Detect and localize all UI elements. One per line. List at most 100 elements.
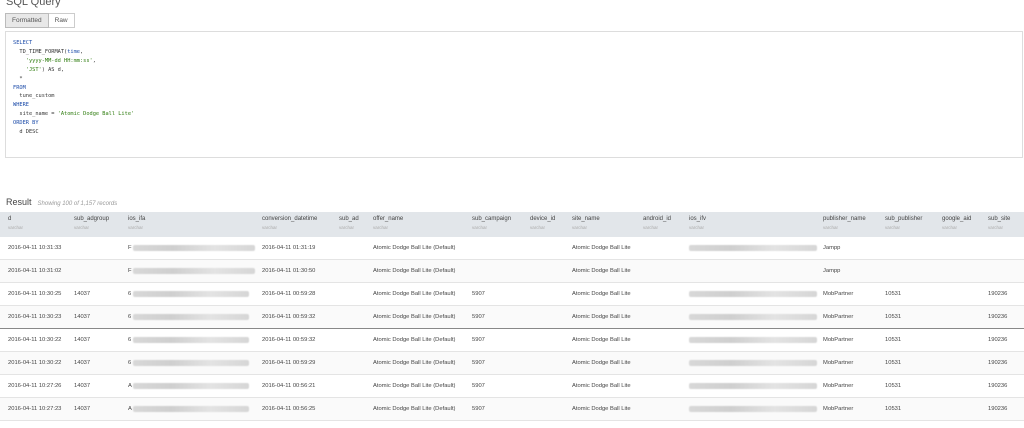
table-row[interactable]: 2016-04-11 10:30:22 14037 6 2016-04-11 00:5… [0, 329, 1024, 352]
tab-formatted[interactable]: Formatted [5, 13, 49, 28]
redacted-ios-ifa [133, 245, 255, 251]
cell-conversion-datetime: 2016-04-11 00:59:32 [262, 337, 316, 343]
cell-sub-publisher: 10531 [885, 406, 902, 412]
sql-keyword: SELECT [13, 40, 33, 46]
cell-conversion-datetime: 2016-04-11 00:59:28 [262, 291, 316, 297]
table-row[interactable]: 2016-04-11 10:27:26 14037 A 2016-04-11 00:5… [0, 375, 1024, 398]
table-row[interactable]: 2016-04-11 10:31:02 F 2016-04-11 01:30:50 A… [0, 260, 1024, 283]
column-header-sub-campaign[interactable]: sub_campaign varchar [472, 216, 511, 230]
cell-sub-site: 190236 [988, 383, 1008, 389]
sql-string: 'JST' [13, 66, 42, 73]
cell-ios-ifa: 6 [128, 360, 132, 366]
column-header-d[interactable]: d varchar [8, 216, 23, 230]
cell-conversion-datetime: 2016-04-11 00:59:29 [262, 360, 316, 366]
sql-text: , [92, 57, 96, 64]
cell-sub-campaign: 5907 [472, 383, 485, 389]
column-name: ios_ifv [689, 216, 707, 222]
cell-sub-publisher: 10531 [885, 314, 902, 320]
column-header-site-name[interactable]: site_name varchar [572, 216, 600, 230]
redacted-ios-ifa [133, 337, 249, 343]
cell-publisher-name: MobPartner [823, 314, 854, 320]
table-body: 2016-04-11 10:31:33 F 2016-04-11 01:31:19 A… [0, 237, 1024, 421]
cell-sub-adgroup: 14037 [74, 337, 91, 343]
cell-site-name: Atomic Dodge Ball Lite [572, 337, 631, 343]
column-name: ios_ifa [128, 216, 146, 222]
column-header-publisher-name[interactable]: publisher_name varchar [823, 216, 866, 230]
cell-conversion-datetime: 2016-04-11 00:56:21 [262, 383, 316, 389]
cell-d: 2016-04-11 10:30:22 [8, 337, 62, 343]
sql-line: site_name = 'Atomic Dodge Ball Lite' [13, 110, 1015, 119]
tab-raw[interactable]: Raw [48, 13, 75, 28]
sql-line: * [13, 75, 1015, 84]
cell-sub-site: 190236 [988, 360, 1008, 366]
cell-ios-ifa: F [128, 245, 132, 251]
sql-line: TD_TIME_FORMAT(time, [13, 48, 1015, 57]
column-header-device-id[interactable]: device_id varchar [530, 216, 555, 230]
cell-ios-ifa: 6 [128, 314, 132, 320]
column-type: varchar [339, 225, 355, 230]
column-type: varchar [530, 225, 546, 230]
sql-text: TD_TIME_FORMAT( [13, 48, 68, 55]
column-header-sub-adgroup[interactable]: sub_adgroup varchar [74, 216, 109, 230]
column-name: google_aid [942, 216, 972, 222]
cell-offer-name: Atomic Dodge Ball Lite (Default) [373, 383, 456, 389]
cell-d: 2016-04-11 10:30:23 [8, 314, 62, 320]
sql-text: * [13, 75, 23, 82]
cell-sub-site: 190236 [988, 314, 1008, 320]
cell-offer-name: Atomic Dodge Ball Lite (Default) [373, 314, 456, 320]
table-row[interactable]: 2016-04-11 10:30:22 14037 6 2016-04-11 00:5… [0, 352, 1024, 375]
redacted-ios-ifa [133, 360, 249, 366]
sql-line: tune_custom [13, 92, 1015, 101]
column-name: sub_site [988, 216, 1011, 222]
cell-sub-publisher: 10531 [885, 383, 902, 389]
column-type: varchar [262, 225, 278, 230]
column-header-ios-ifa[interactable]: ios_ifavarchar [128, 216, 145, 230]
table-row[interactable]: 2016-04-11 10:30:25 14037 6 2016-04-11 00:5… [0, 283, 1024, 306]
table-row[interactable]: 2016-04-11 10:30:23 14037 6 2016-04-11 00:5… [0, 306, 1024, 329]
sql-keyword: time [67, 48, 80, 55]
cell-site-name: Atomic Dodge Ball Lite [572, 383, 631, 389]
cell-sub-publisher: 10531 [885, 291, 902, 297]
cell-site-name: Atomic Dodge Ball Lite [572, 268, 631, 274]
sql-line: d DESC [13, 128, 1015, 137]
cell-sub-adgroup: 14037 [74, 291, 91, 297]
table-header: d varchar sub_adgroup varchar ios_ifavarchar… [0, 212, 1024, 237]
column-type: varchar [823, 225, 839, 230]
column-name: android_id [643, 216, 672, 222]
cell-publisher-name: MobPartner [823, 360, 854, 366]
cell-sub-adgroup: 14037 [74, 383, 91, 389]
cell-ios-ifa: A [128, 406, 132, 412]
cell-sub-publisher: 10531 [885, 337, 902, 343]
column-type: varchar [988, 225, 1004, 230]
result-header: Result Showing 100 of 1,157 records [6, 197, 117, 207]
column-type: varchar [643, 225, 659, 230]
sql-line: ORDER BY [13, 119, 1015, 128]
column-type: varchar [128, 225, 144, 230]
column-header-android-id[interactable]: android_idvarchar [643, 216, 671, 230]
column-header-conversion-datetime[interactable]: conversion_datetime varchar [262, 216, 317, 230]
column-header-google-aid[interactable]: google_aid varchar [942, 216, 971, 230]
cell-conversion-datetime: 2016-04-11 00:56:25 [262, 406, 316, 412]
cell-site-name: Atomic Dodge Ball Lite [572, 291, 631, 297]
cell-d: 2016-04-11 10:31:02 [8, 268, 62, 274]
column-header-sub-publisher[interactable]: sub_publisher varchar [885, 216, 922, 230]
cell-site-name: Atomic Dodge Ball Lite [572, 406, 631, 412]
redacted-ios-ifa [133, 406, 249, 412]
cell-conversion-datetime: 2016-04-11 00:59:32 [262, 314, 316, 320]
column-header-sub-site[interactable]: sub_sitevarchar [988, 216, 1010, 230]
column-name: d [8, 216, 12, 222]
cell-sub-campaign: 5907 [472, 314, 485, 320]
sql-text: d DESC [13, 129, 39, 136]
sql-line: FROM [13, 84, 1015, 93]
table-row[interactable]: 2016-04-11 10:27:23 14037 A 2016-04-11 00:5… [0, 398, 1024, 421]
cell-offer-name: Atomic Dodge Ball Lite (Default) [373, 406, 456, 412]
table-row[interactable]: 2016-04-11 10:31:33 F 2016-04-11 01:31:19 A… [0, 237, 1024, 260]
column-header-sub-ad[interactable]: sub_ad varchar [339, 216, 359, 230]
column-type: varchar [472, 225, 488, 230]
cell-offer-name: Atomic Dodge Ball Lite (Default) [373, 337, 456, 343]
result-count: Showing 100 of 1,157 records [37, 201, 118, 207]
column-header-ios-ifv[interactable]: ios_ifv varchar [689, 216, 706, 230]
column-header-offer-name[interactable]: offer_name varchar [373, 216, 403, 230]
sql-text: site_name = [13, 111, 58, 118]
column-type: varchar [8, 225, 24, 230]
